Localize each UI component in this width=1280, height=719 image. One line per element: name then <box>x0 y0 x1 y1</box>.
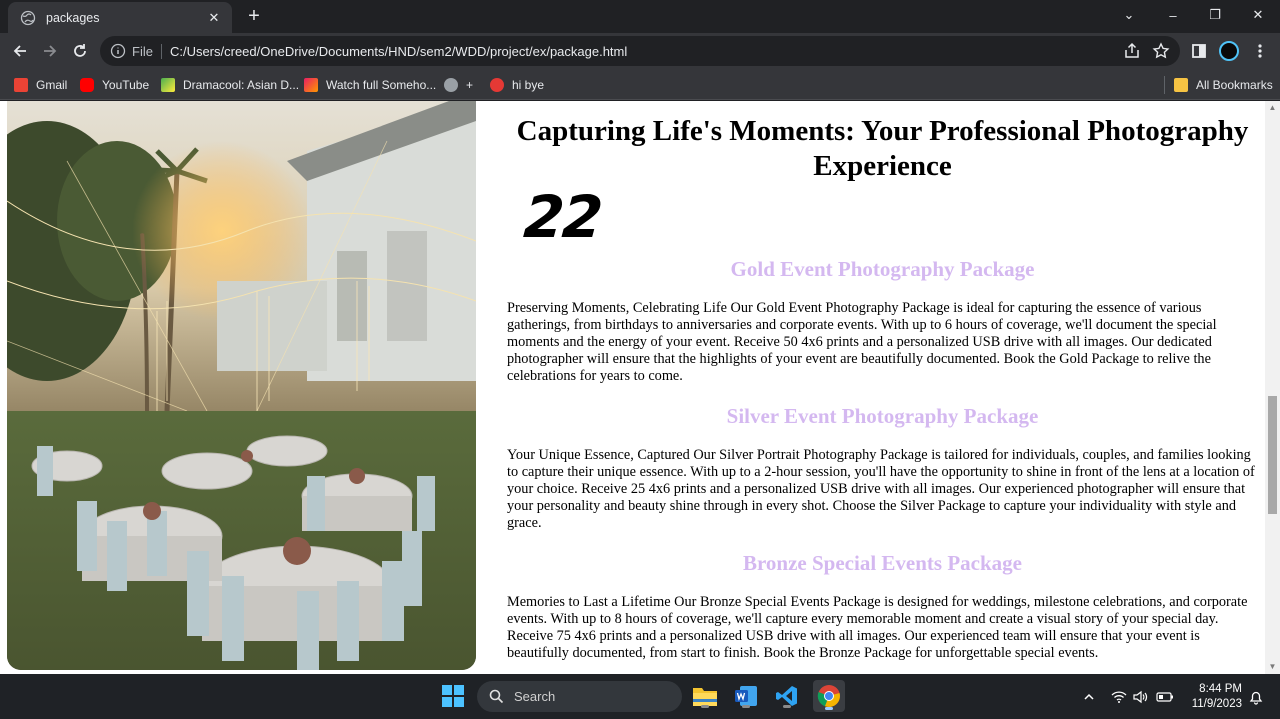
bookmark-label: Dramacool: Asian D... <box>183 78 300 92</box>
back-button[interactable] <box>8 39 32 63</box>
taskbar-clock[interactable]: 8:44 PM 11/9/2023 <box>1186 682 1242 712</box>
tab-packages[interactable]: packages ✕ <box>8 2 232 33</box>
app-indicator <box>701 705 709 708</box>
share-icon[interactable] <box>1123 42 1141 60</box>
forward-button[interactable] <box>38 39 62 63</box>
tab-close-icon[interactable]: ✕ <box>206 10 222 26</box>
scroll-up-icon[interactable]: ▲ <box>1265 101 1280 115</box>
dramacool-icon <box>161 78 175 92</box>
address-url[interactable]: C:/Users/creed/OneDrive/Documents/HND/se… <box>170 44 627 59</box>
all-bookmarks-label: All Bookmarks <box>1196 78 1273 92</box>
new-tab-button[interactable]: + <box>243 4 265 28</box>
bookmark-label: Watch full Someho... <box>326 78 437 92</box>
event-photo <box>7 101 476 670</box>
app-indicator <box>783 705 791 708</box>
globe-icon <box>20 10 36 25</box>
restore-button[interactable]: ❐ <box>1193 0 1237 30</box>
windows-start-icon[interactable] <box>442 685 464 707</box>
bronze-package-description: Memories to Last a Lifetime Our Bronze S… <box>507 594 1248 661</box>
word-app[interactable] <box>732 682 760 710</box>
tab-search-button[interactable]: ⌄ <box>1107 0 1151 30</box>
browser-toolbar: File C:/Users/creed/OneDrive/Documents/H… <box>0 33 1280 69</box>
menu-kebab-icon[interactable] <box>1251 42 1269 60</box>
bookmark-youtube[interactable]: YouTube <box>80 76 149 94</box>
m-logo-icon <box>490 78 504 92</box>
bookmark-label: Gmail <box>36 78 68 92</box>
gmail-icon <box>14 78 28 92</box>
reload-icon <box>74 44 86 57</box>
globe-icon <box>444 78 458 92</box>
gold-package-title: Gold Event Photography Package <box>730 257 1035 281</box>
bookmarks-bar: Gmail YouTube Dramacool: Asian D... Watc… <box>0 69 1280 100</box>
all-bookmarks[interactable]: All Bookmarks <box>1174 76 1273 94</box>
page-title: Capturing Life's Moments: Your Professio… <box>516 115 1249 182</box>
address-bar[interactable]: File C:/Users/creed/OneDrive/Documents/H… <box>100 36 1180 66</box>
wifi-icon[interactable] <box>1111 674 1127 719</box>
k-logo-icon <box>304 78 318 92</box>
minimize-button[interactable]: – <box>1151 0 1195 30</box>
side-panel-icon[interactable] <box>1190 42 1208 60</box>
counter-number: 22 <box>521 183 604 251</box>
folder-icon <box>1174 78 1188 92</box>
bookmark-label: YouTube <box>102 78 150 92</box>
bookmark-label: + <box>466 78 474 92</box>
folder-icon <box>693 688 717 706</box>
tab-strip: packages ✕ + ⌄ – ❐ ✕ <box>0 0 1280 33</box>
silver-package-description: Your Unique Essence, Captured Our Silver… <box>507 447 1255 531</box>
tray-overflow-icon[interactable] <box>1082 674 1096 719</box>
search-label: Search <box>514 689 556 704</box>
info-icon[interactable] <box>110 43 126 59</box>
chrome-icon <box>817 685 840 708</box>
bronze-package-title: Bronze Special Events Package <box>742 551 1022 575</box>
silver-package-title: Silver Event Photography Package <box>726 404 1039 428</box>
bookmark-dramacool[interactable]: Dramacool: Asian D... <box>161 76 299 94</box>
notification-bell-icon[interactable] <box>1248 674 1264 719</box>
bookmark-gmail[interactable]: Gmail <box>14 76 67 94</box>
vscode-app[interactable] <box>773 682 801 710</box>
tab-title: packages <box>46 10 100 25</box>
close-window-button[interactable]: ✕ <box>1236 0 1280 30</box>
scroll-down-icon[interactable]: ▼ <box>1265 660 1280 674</box>
bookmark-plus[interactable]: + <box>444 76 473 94</box>
clock-date: 11/9/2023 <box>1191 698 1242 710</box>
profile-avatar[interactable] <box>1219 41 1239 61</box>
page-scrollbar[interactable]: ▲ ▼ <box>1265 101 1280 674</box>
bookmark-label: hi bye <box>512 78 545 92</box>
taskbar-search[interactable]: Search <box>477 681 682 712</box>
scrollbar-thumb[interactable] <box>1268 396 1277 514</box>
windows-taskbar: Search 8:44 PM 11/9/2023 <box>0 674 1280 719</box>
chrome-app[interactable] <box>813 680 845 712</box>
search-icon <box>489 689 504 704</box>
bookmark-star-icon[interactable] <box>1152 42 1170 60</box>
address-scheme: File <box>132 43 162 59</box>
file-explorer-app[interactable] <box>691 682 719 710</box>
packages-content: Capturing Life's Moments: Your Professio… <box>490 101 1265 674</box>
back-arrow-icon <box>13 45 26 57</box>
bookmarks-divider <box>1164 76 1165 94</box>
forward-arrow-icon <box>44 45 57 57</box>
app-indicator <box>825 707 833 710</box>
gold-package-description: Preserving Moments, Celebrating Life Our… <box>507 300 1217 384</box>
volume-icon[interactable] <box>1133 674 1149 719</box>
bookmark-watch-full[interactable]: Watch full Someho... <box>304 76 436 94</box>
app-indicator <box>742 705 750 708</box>
battery-icon[interactable] <box>1156 674 1174 719</box>
page-viewport: Capturing Life's Moments: Your Professio… <box>0 101 1280 674</box>
bookmark-hi-bye[interactable]: hi bye <box>490 76 544 94</box>
youtube-icon <box>80 78 94 92</box>
reload-button[interactable] <box>68 39 92 63</box>
clock-time: 8:44 PM <box>1199 683 1242 695</box>
